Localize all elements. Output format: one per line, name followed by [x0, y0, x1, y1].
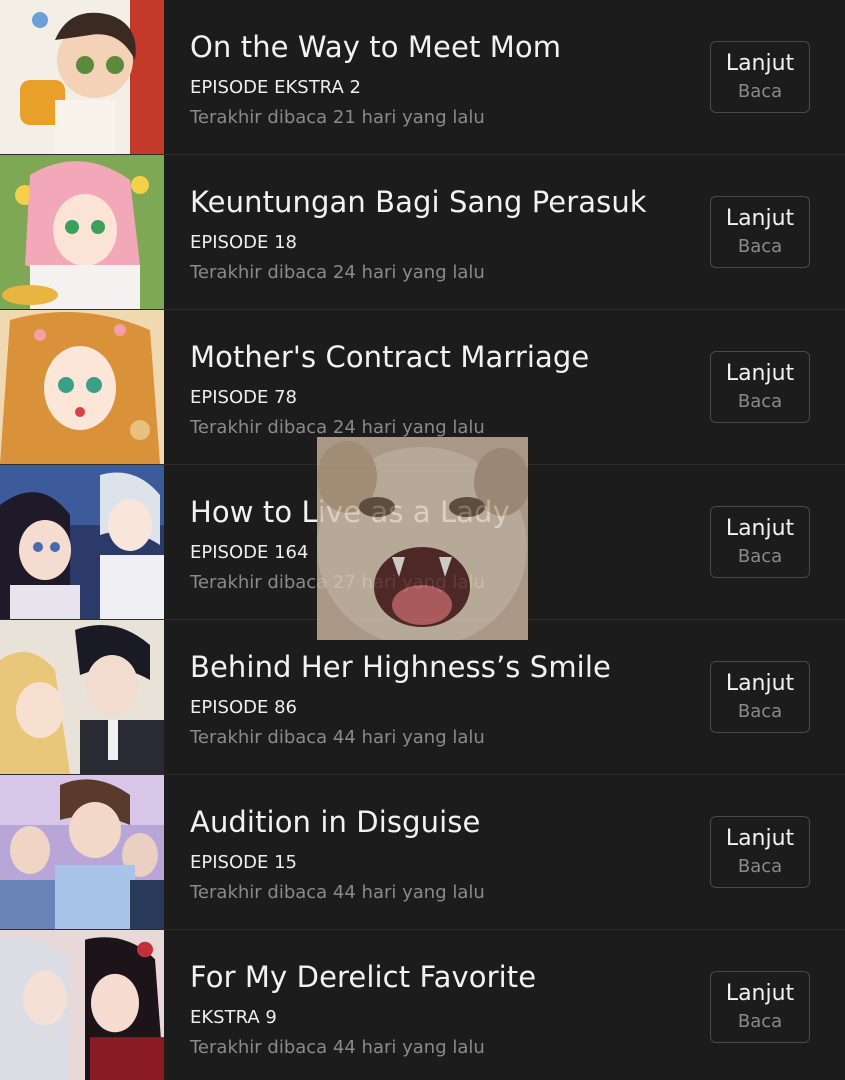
- last-read-text: Terakhir dibaca 44 hari yang lalu: [190, 727, 485, 748]
- button-label-line1: Lanjut: [725, 826, 795, 851]
- continue-reading-button[interactable]: Lanjut Baca: [710, 661, 810, 733]
- button-label-line1: Lanjut: [725, 981, 795, 1006]
- episode-label: EPISODE 15: [190, 852, 297, 873]
- cover-thumbnail[interactable]: [0, 0, 164, 154]
- comic-title[interactable]: On the Way to Meet Mom: [190, 30, 561, 64]
- button-label-line1: Lanjut: [725, 361, 795, 386]
- continue-reading-button[interactable]: Lanjut Baca: [710, 971, 810, 1043]
- continue-reading-button[interactable]: Lanjut Baca: [710, 196, 810, 268]
- comic-title[interactable]: Mother's Contract Marriage: [190, 340, 589, 374]
- continue-reading-button[interactable]: Lanjut Baca: [710, 816, 810, 888]
- button-label-line2: Baca: [737, 391, 783, 412]
- reading-history-list: On the Way to Meet Mom EPISODE EKSTRA 2 …: [0, 0, 845, 1080]
- list-item[interactable]: On the Way to Meet Mom EPISODE EKSTRA 2 …: [0, 0, 845, 155]
- list-item[interactable]: For My Derelict Favorite EKSTRA 9 Terakh…: [0, 930, 845, 1080]
- cover-thumbnail[interactable]: [0, 310, 164, 464]
- last-read-text: Terakhir dibaca 24 hari yang lalu: [190, 417, 485, 438]
- button-label-line1: Lanjut: [725, 206, 795, 231]
- button-label-line1: Lanjut: [725, 671, 795, 696]
- continue-reading-button[interactable]: Lanjut Baca: [710, 41, 810, 113]
- comic-title[interactable]: Behind Her Highness’s Smile: [190, 650, 611, 684]
- cover-thumbnail[interactable]: [0, 775, 164, 929]
- list-item[interactable]: Audition in Disguise EPISODE 15 Terakhir…: [0, 775, 845, 930]
- comic-title[interactable]: Audition in Disguise: [190, 805, 480, 839]
- cat-meme-sticker-icon: [317, 437, 528, 640]
- comic-title[interactable]: For My Derelict Favorite: [190, 960, 536, 994]
- last-read-text: Terakhir dibaca 24 hari yang lalu: [190, 262, 485, 283]
- button-label-line1: Lanjut: [725, 51, 795, 76]
- continue-reading-button[interactable]: Lanjut Baca: [710, 506, 810, 578]
- button-label-line2: Baca: [737, 856, 783, 877]
- episode-label: EPISODE 86: [190, 697, 297, 718]
- button-label-line2: Baca: [737, 81, 783, 102]
- last-read-text: Terakhir dibaca 44 hari yang lalu: [190, 1037, 485, 1058]
- button-label-line2: Baca: [737, 236, 783, 257]
- list-item[interactable]: Keuntungan Bagi Sang Perasuk EPISODE 18 …: [0, 155, 845, 310]
- episode-label: EPISODE 78: [190, 387, 297, 408]
- list-item[interactable]: Behind Her Highness’s Smile EPISODE 86 T…: [0, 620, 845, 775]
- last-read-text: Terakhir dibaca 21 hari yang lalu: [190, 107, 485, 128]
- cover-thumbnail[interactable]: [0, 465, 164, 619]
- last-read-text: Terakhir dibaca 44 hari yang lalu: [190, 882, 485, 903]
- cover-thumbnail[interactable]: [0, 155, 164, 309]
- episode-label: EKSTRA 9: [190, 1007, 277, 1028]
- cover-thumbnail[interactable]: [0, 930, 164, 1080]
- cover-thumbnail[interactable]: [0, 620, 164, 774]
- episode-label: EPISODE 18: [190, 232, 297, 253]
- button-label-line2: Baca: [737, 1011, 783, 1032]
- button-label-line2: Baca: [737, 546, 783, 567]
- button-label-line1: Lanjut: [725, 516, 795, 541]
- button-label-line2: Baca: [737, 701, 783, 722]
- episode-label: EPISODE EKSTRA 2: [190, 77, 361, 98]
- comic-title[interactable]: Keuntungan Bagi Sang Perasuk: [190, 185, 647, 219]
- episode-label: EPISODE 164: [190, 542, 309, 563]
- continue-reading-button[interactable]: Lanjut Baca: [710, 351, 810, 423]
